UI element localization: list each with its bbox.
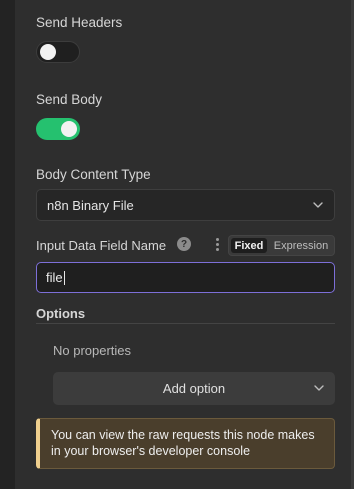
input-data-field-label: Input Data Field Name: [36, 238, 167, 253]
mode-expression-button[interactable]: Expression: [270, 238, 332, 253]
toggle-knob: [40, 44, 56, 60]
toggle-knob: [61, 121, 77, 137]
more-options-icon[interactable]: [216, 238, 220, 252]
body-content-type-value: n8n Binary File: [47, 197, 134, 213]
mode-switch: Fixed Expression: [228, 235, 335, 256]
options-title: Options: [36, 306, 86, 321]
input-data-field-header: Input Data Field Name ? Fixed Expression: [36, 235, 335, 256]
text-caret: [63, 270, 65, 285]
body-content-type-select[interactable]: n8n Binary File: [36, 189, 335, 221]
mode-fixed-button[interactable]: Fixed: [231, 238, 267, 253]
notice-text: You can view the raw requests this node …: [51, 428, 315, 458]
add-option-label: Add option: [162, 381, 226, 396]
developer-console-notice: You can view the raw requests this node …: [36, 418, 335, 469]
chevron-down-icon: [313, 202, 323, 208]
chevron-down-icon: [314, 385, 324, 391]
no-properties-text: No properties: [53, 343, 132, 358]
left-sidebar-strip: [0, 0, 15, 489]
send-body-label: Send Body: [36, 92, 103, 107]
send-body-toggle[interactable]: [36, 118, 80, 140]
node-parameters-panel: Send Headers Send Body Body Content Type…: [15, 0, 351, 489]
input-data-field-value: file: [46, 270, 63, 285]
send-headers-toggle[interactable]: [36, 41, 80, 63]
body-content-type-label: Body Content Type: [36, 167, 151, 182]
input-data-field-input[interactable]: file: [36, 262, 335, 293]
options-divider: [36, 323, 335, 324]
add-option-button[interactable]: Add option: [53, 372, 335, 405]
help-icon[interactable]: ?: [177, 237, 191, 251]
send-headers-label: Send Headers: [36, 15, 123, 30]
